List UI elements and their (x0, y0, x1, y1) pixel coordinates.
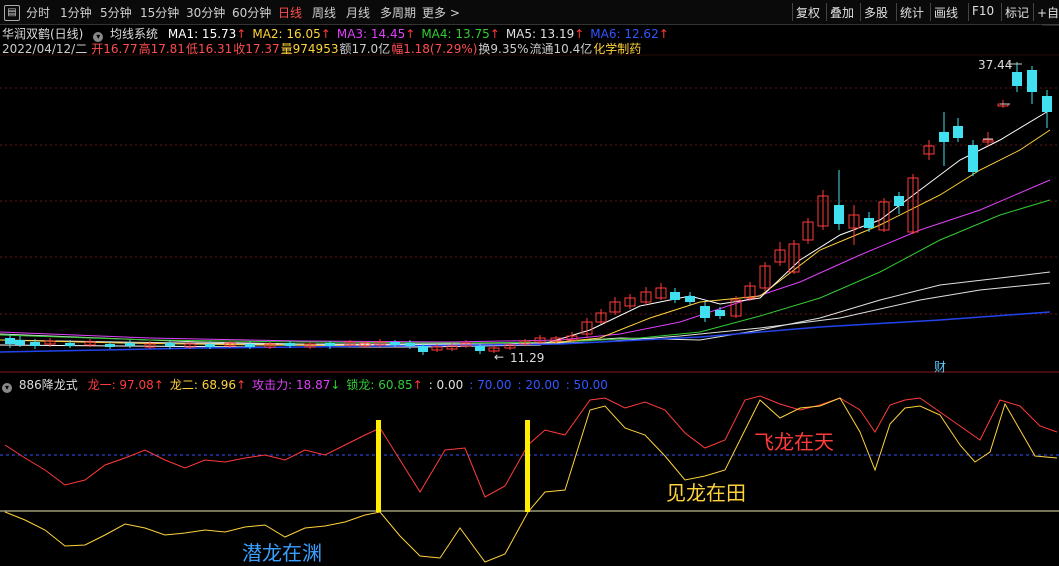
candle-body-down (475, 346, 485, 351)
candle-body-down (1027, 70, 1037, 92)
candle-body-down (245, 344, 255, 347)
candle-body-down (125, 343, 135, 346)
candle-body-down (834, 205, 844, 224)
kline-chart[interactable] (0, 0, 1059, 566)
indicator-label: 龙一: 97.08 (87, 378, 154, 392)
candle-body-down (325, 343, 335, 346)
long-er-line (4, 397, 1058, 563)
up-arrow-icon: ↑ (412, 378, 423, 392)
indicator-label: 攻击力: 18.87 (252, 378, 331, 392)
candle-body-down (864, 218, 874, 228)
candle-body-down (953, 126, 963, 138)
candle-body-down (685, 296, 695, 302)
candle-body-down (1042, 96, 1052, 112)
candle-body-down (205, 344, 215, 347)
indicator-value-3: 锁龙: 60.85↑ (346, 376, 422, 393)
candle-body-down (1012, 72, 1022, 86)
indicator-label: 锁龙: 60.85 (346, 378, 413, 392)
indicator-value-0: 龙一: 97.08↑ (88, 376, 164, 393)
ma3-line (0, 179, 1051, 343)
ma1-line (0, 109, 1051, 348)
candle-body-down (165, 343, 175, 346)
long-yi-line (4, 395, 1058, 498)
indicator-value-4: : 0.00 (429, 378, 464, 392)
dropdown-icon[interactable]: ▾ (2, 383, 12, 393)
ma4-line (0, 199, 1051, 344)
up-arrow-icon: ↑ (236, 378, 247, 392)
indicator-label: : 0.00 (428, 378, 464, 392)
fei-long-annotation: 飞龙在天 (754, 430, 834, 454)
candle-body-down (405, 343, 415, 346)
indicator-value-7: : 50.00 (566, 378, 608, 392)
candle-body-down (285, 343, 295, 346)
candle-body-down (418, 346, 428, 352)
indicator-label: 龙二: 68.96 (169, 378, 237, 392)
signal-bar-2 (525, 420, 530, 512)
candle-body-down (390, 342, 400, 345)
low-price-arrow-icon: ← (494, 350, 505, 364)
jian-long-annotation: 见龙在田 (666, 481, 746, 505)
candle-body-down (700, 306, 710, 318)
candle-body-down (105, 344, 115, 347)
candle-body-down (670, 292, 680, 300)
candle-body-down (939, 132, 949, 142)
high-price-label: 37.44 (978, 58, 1013, 72)
signal-bar-1 (376, 420, 381, 512)
candle-body-down (15, 340, 25, 345)
low-price-label: 11.29 (510, 351, 545, 365)
candle-body-down (5, 338, 15, 344)
indicator-value-6: : 20.00 (517, 378, 559, 392)
indicator-header: ▾ 886降龙式 龙一: 97.08↑ 龙二: 68.96↑ 攻击力: 18.87↓… (2, 376, 614, 393)
finance-marker[interactable]: 财 (934, 358, 946, 375)
down-arrow-icon: ↓ (330, 378, 341, 392)
indicator-label: : 70.00 (469, 378, 512, 392)
candle-body-down (968, 145, 978, 172)
indicator-value-2: 攻击力: 18.87↓ (252, 376, 340, 393)
candle-body-down (894, 196, 904, 206)
indicator-value-1: 龙二: 68.96↑ (170, 376, 246, 393)
ma5-line (0, 271, 1051, 345)
qian-long-annotation: 潜龙在渊 (242, 541, 322, 565)
up-arrow-icon: ↑ (153, 378, 164, 392)
candle-body-down (65, 343, 75, 346)
indicator-label: : 50.00 (565, 378, 608, 392)
candle-body-down (715, 310, 725, 316)
candle-body-down (30, 342, 40, 346)
indicator-label: : 20.00 (517, 378, 560, 392)
indicator-title[interactable]: 886降龙式 (19, 376, 78, 393)
indicator-value-5: : 70.00 (469, 378, 511, 392)
